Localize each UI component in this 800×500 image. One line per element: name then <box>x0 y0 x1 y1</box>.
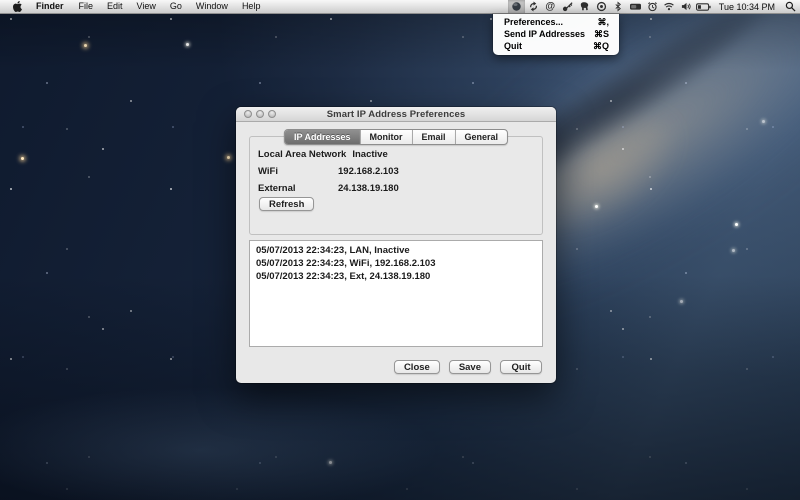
menu-item-go[interactable]: Go <box>163 0 189 13</box>
menu-item-label: Preferences... <box>504 17 563 27</box>
menu-item-file[interactable]: File <box>72 0 101 13</box>
key-icon[interactable] <box>559 0 576 13</box>
tab-bar: IP Addresses Monitor Email General <box>284 129 508 145</box>
sync-arrows-icon[interactable] <box>525 0 542 13</box>
menu-item-label: Send IP Addresses <box>504 29 585 39</box>
minimize-window-button[interactable] <box>256 110 264 118</box>
alarm-clock-icon[interactable] <box>644 0 661 13</box>
elephant-icon[interactable] <box>576 0 593 13</box>
target-icon[interactable] <box>593 0 610 13</box>
desktop: Finder File Edit View Go Window Help @ <box>0 0 800 500</box>
zoom-window-button[interactable] <box>268 110 276 118</box>
traffic-lights <box>244 107 276 121</box>
menu-item-edit[interactable]: Edit <box>100 0 130 13</box>
wifi-icon[interactable] <box>661 0 678 13</box>
close-window-button[interactable] <box>244 110 252 118</box>
menu-item-shortcut: ⌘, <box>597 17 609 28</box>
window-title: Smart IP Address Preferences <box>327 109 466 120</box>
battery-icon[interactable] <box>695 0 712 13</box>
lan-status: Inactive <box>352 149 387 160</box>
menu-item-quit[interactable]: Quit ⌘Q <box>493 40 619 52</box>
wifi-row: WiFi 192.168.2.103 <box>250 163 542 180</box>
ip-addresses-groupbox: Local Area Network Inactive WiFi 192.168… <box>249 136 543 235</box>
menu-item-shortcut: ⌘Q <box>593 41 609 52</box>
footer-buttons: Close Save Quit <box>394 360 542 374</box>
status-menu-popup: Preferences... ⌘, Send IP Addresses ⌘S Q… <box>493 14 619 55</box>
external-ip-value: 24.138.19.180 <box>338 183 399 194</box>
close-button[interactable]: Close <box>394 360 440 374</box>
quit-button[interactable]: Quit <box>500 360 542 374</box>
tab-email[interactable]: Email <box>411 130 454 144</box>
wifi-label: WiFi <box>258 166 332 177</box>
window-titlebar[interactable]: Smart IP Address Preferences <box>236 107 556 122</box>
preferences-window: Smart IP Address Preferences IP Addresse… <box>236 107 556 383</box>
display-icon[interactable] <box>627 0 644 13</box>
log-line: 05/07/2013 22:34:23, LAN, Inactive <box>256 244 536 257</box>
log-line: 05/07/2013 22:34:23, WiFi, 192.168.2.103 <box>256 257 536 270</box>
apple-icon <box>13 1 22 12</box>
menu-bar: Finder File Edit View Go Window Help @ <box>0 0 800 14</box>
menu-item-finder[interactable]: Finder <box>28 0 72 13</box>
menu-item-help[interactable]: Help <box>235 0 268 13</box>
lan-label: Local Area Network <box>258 149 346 160</box>
menu-item-shortcut: ⌘S <box>594 29 609 40</box>
menu-bar-left: Finder File Edit View Go Window Help <box>0 0 267 13</box>
menu-item-label: Quit <box>504 41 522 51</box>
spotlight-icon[interactable] <box>780 0 800 13</box>
lan-row: Local Area Network Inactive <box>250 146 542 163</box>
menu-item-send-ip-addresses[interactable]: Send IP Addresses ⌘S <box>493 28 619 40</box>
volume-icon[interactable] <box>678 0 695 13</box>
smart-ip-app-icon[interactable] <box>508 0 525 13</box>
log-line: 05/07/2013 22:34:23, Ext, 24.138.19.180 <box>256 270 536 283</box>
status-menu-extras: @ <box>508 0 800 13</box>
wifi-ip-value: 192.168.2.103 <box>338 166 399 177</box>
snail-icon[interactable]: @ <box>542 0 559 13</box>
refresh-button[interactable]: Refresh <box>259 197 314 211</box>
external-row: External 24.138.19.180 <box>250 180 542 197</box>
menu-item-window[interactable]: Window <box>189 0 235 13</box>
menu-item-preferences[interactable]: Preferences... ⌘, <box>493 16 619 28</box>
log-textarea[interactable]: 05/07/2013 22:34:23, LAN, Inactive 05/07… <box>249 240 543 347</box>
tab-monitor[interactable]: Monitor <box>359 130 411 144</box>
external-label: External <box>258 183 332 194</box>
menu-bar-clock[interactable]: Tue 10:34 PM <box>712 2 780 12</box>
save-button[interactable]: Save <box>449 360 491 374</box>
tab-general[interactable]: General <box>455 130 508 144</box>
tab-ip-addresses[interactable]: IP Addresses <box>285 130 360 144</box>
bluetooth-icon[interactable] <box>610 0 627 13</box>
apple-menu[interactable] <box>7 0 28 13</box>
menu-item-view[interactable]: View <box>130 0 163 13</box>
